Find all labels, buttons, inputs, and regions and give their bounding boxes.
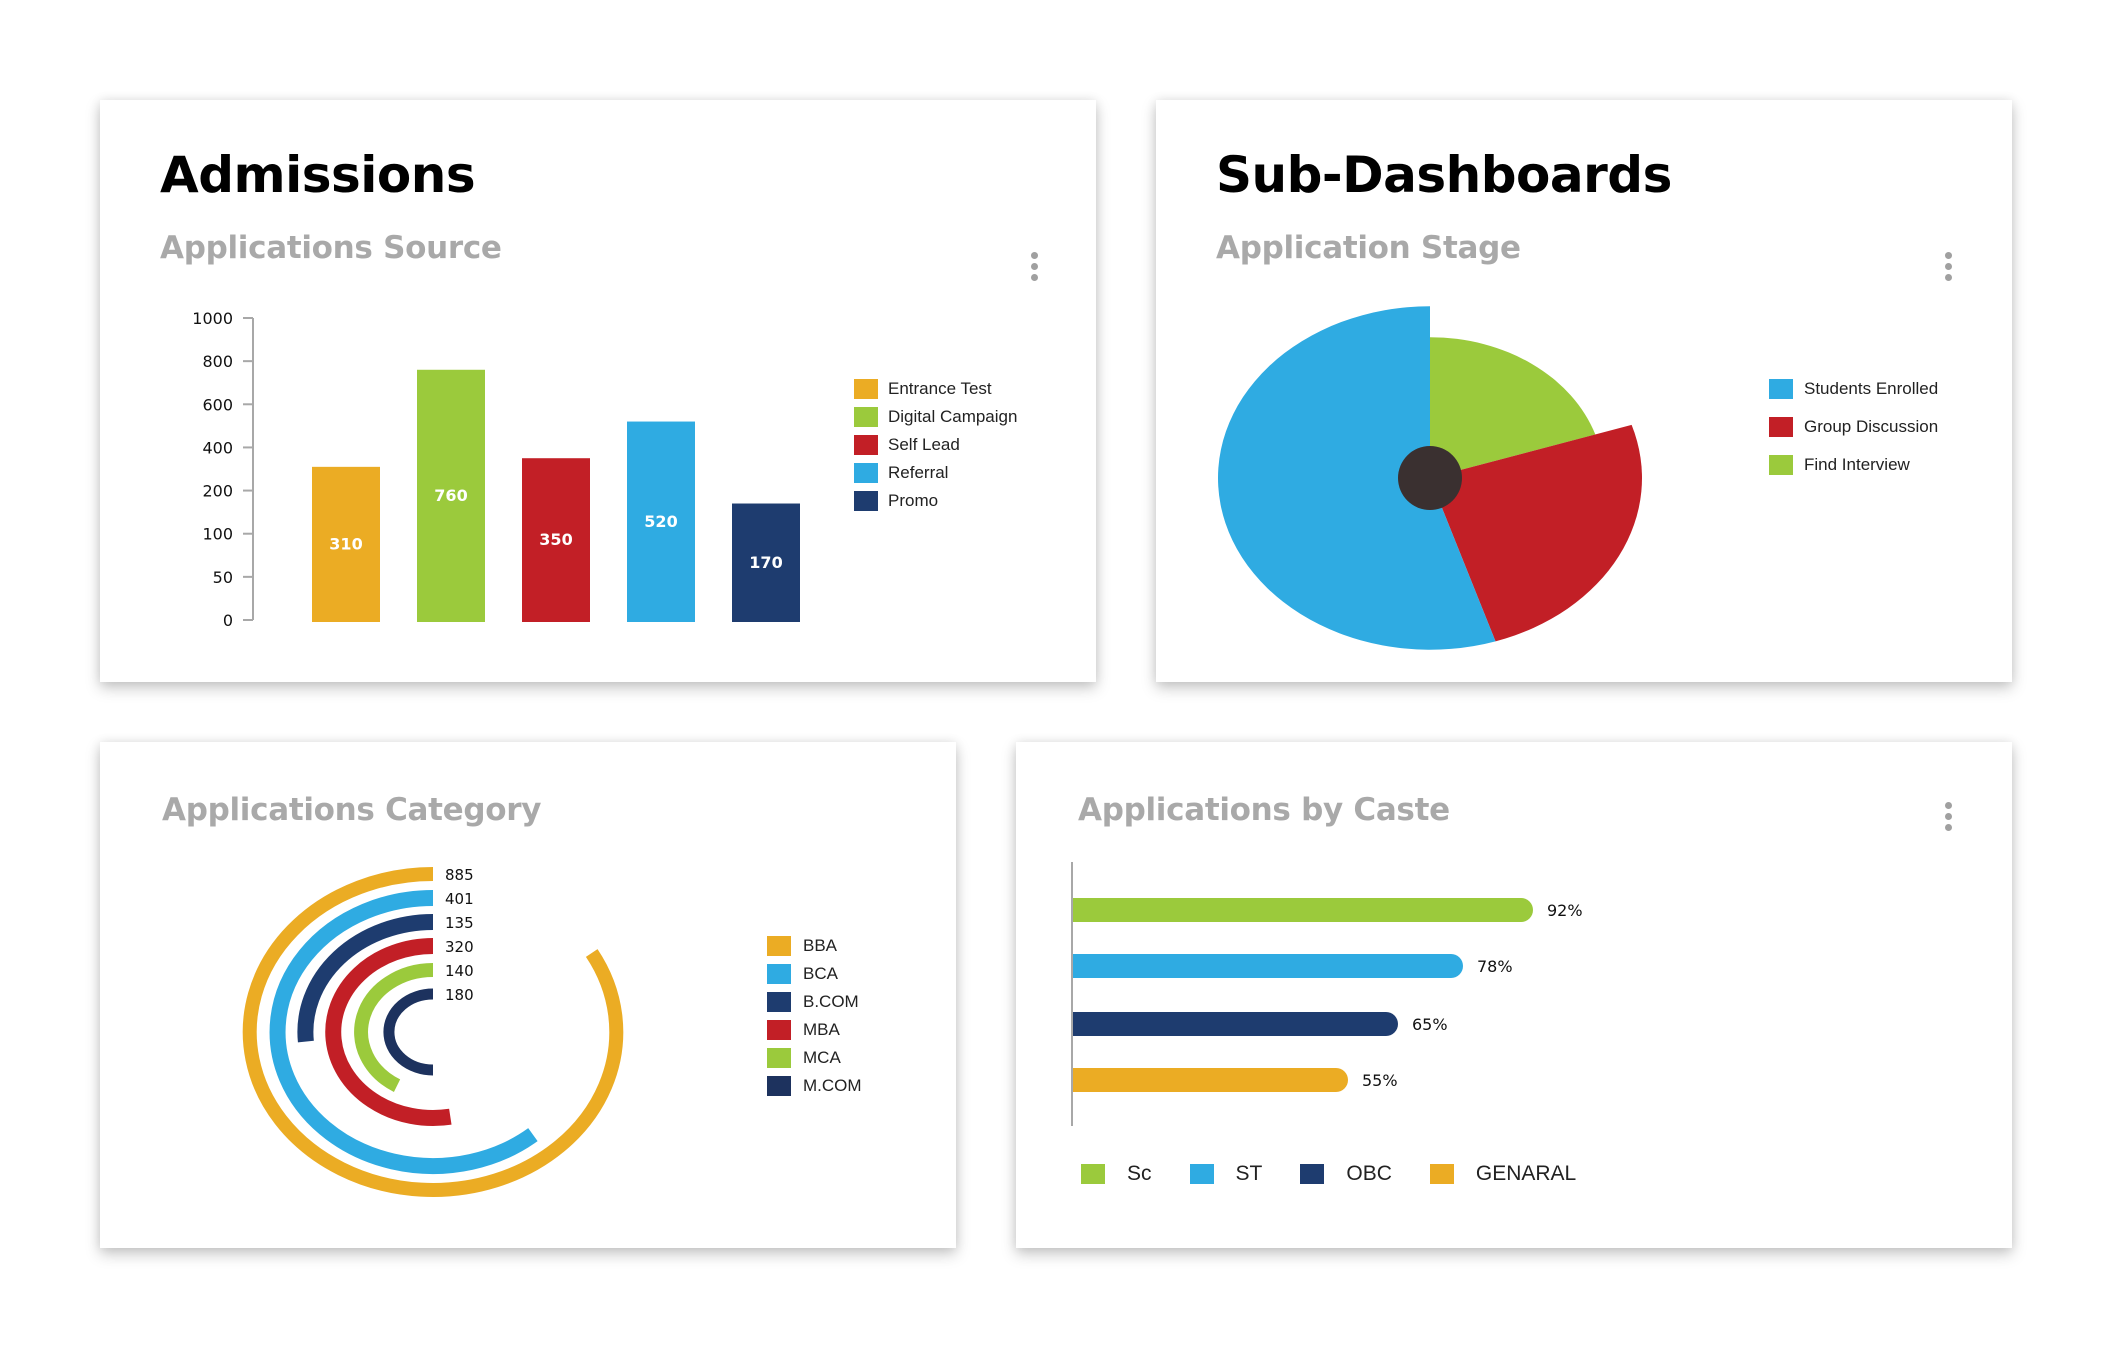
legend-swatch bbox=[1429, 1164, 1454, 1184]
legend-swatch bbox=[767, 1076, 791, 1096]
legend-item-genaral: GENARAL bbox=[1429, 1162, 1577, 1186]
legend-swatch bbox=[1769, 455, 1793, 475]
y-tick-label: 50 bbox=[213, 568, 233, 587]
legend-item-mcom: M.COM bbox=[767, 1072, 862, 1100]
legend-swatch bbox=[854, 379, 878, 399]
hbar-data-label: 55% bbox=[1362, 1071, 1398, 1090]
radial-value-label: 401 bbox=[445, 890, 474, 908]
radial-value-label: 140 bbox=[445, 962, 474, 980]
hbar-data-label: 65% bbox=[1412, 1015, 1448, 1034]
y-tick-label: 200 bbox=[202, 482, 233, 501]
legend-swatch bbox=[854, 463, 878, 483]
legend-label: Referral bbox=[888, 463, 949, 482]
legend-label: B.COM bbox=[803, 992, 859, 1011]
legend-label: Digital Campaign bbox=[888, 407, 1018, 426]
legend-swatch bbox=[767, 1048, 791, 1068]
legend-item-group-discussion: Group Discussion bbox=[1769, 408, 1938, 446]
legend-label: OBC bbox=[1346, 1162, 1392, 1185]
y-tick-label: 100 bbox=[202, 525, 233, 544]
applications-source-legend: Entrance Test Digital Campaign Self Lead Re… bbox=[854, 375, 1017, 515]
application-stage-legend: Students Enrolled Group Discussion Find In… bbox=[1769, 370, 1938, 484]
legend-swatch bbox=[854, 435, 878, 455]
legend-label: Find Interview bbox=[1804, 455, 1910, 474]
legend-label: M.COM bbox=[803, 1076, 862, 1095]
legend-label: Entrance Test bbox=[888, 379, 992, 398]
hbar-sc[interactable] bbox=[1073, 898, 1533, 922]
subdashboards-card: Sub-Dashboards Application Stage Student… bbox=[1156, 100, 2012, 682]
legend-item-self-lead: Self Lead bbox=[854, 431, 1017, 459]
legend-swatch bbox=[1081, 1164, 1105, 1184]
hbar-st[interactable] bbox=[1073, 954, 1463, 978]
legend-label: BCA bbox=[803, 964, 838, 983]
applications-by-caste-legend: Sc ST OBC GENARAL bbox=[1081, 1162, 1614, 1186]
radial-value-label: 320 bbox=[445, 938, 474, 956]
bar-data-label: 350 bbox=[539, 530, 572, 549]
legend-swatch bbox=[1769, 379, 1793, 399]
legend-label: Promo bbox=[888, 491, 939, 510]
legend-swatch bbox=[767, 1020, 791, 1040]
legend-swatch bbox=[767, 992, 791, 1012]
pie-center-hub bbox=[1398, 446, 1462, 510]
legend-swatch bbox=[767, 964, 791, 984]
bar-data-label: 760 bbox=[434, 486, 467, 505]
category-card: Applications Category 885 401 135 320 140 180… bbox=[100, 742, 956, 1248]
bar-data-label: 170 bbox=[749, 553, 782, 572]
legend-item-obc: OBC bbox=[1300, 1162, 1392, 1186]
legend-item-bcom: B.COM bbox=[767, 988, 862, 1016]
legend-label: GENARAL bbox=[1475, 1162, 1577, 1185]
hbar-data-label: 78% bbox=[1477, 957, 1513, 976]
y-tick-label: 1000 bbox=[192, 309, 233, 328]
legend-label: MBA bbox=[803, 1020, 840, 1039]
legend-item-bca: BCA bbox=[767, 960, 862, 988]
legend-item-mca: MCA bbox=[767, 1044, 862, 1072]
legend-label: MCA bbox=[803, 1048, 841, 1067]
legend-item-digital-campaign: Digital Campaign bbox=[854, 403, 1017, 431]
legend-swatch bbox=[1300, 1164, 1325, 1184]
legend-item-students-enrolled: Students Enrolled bbox=[1769, 370, 1938, 408]
legend-label: Students Enrolled bbox=[1804, 379, 1939, 398]
bar-data-label: 310 bbox=[329, 534, 362, 553]
legend-item-find-interview: Find Interview bbox=[1769, 446, 1938, 484]
legend-item-bba: BBA bbox=[767, 932, 862, 960]
radial-value-label: 135 bbox=[445, 914, 474, 932]
bar-data-label: 520 bbox=[644, 512, 677, 531]
legend-label: Group Discussion bbox=[1804, 417, 1939, 436]
applications-category-legend: BBA BCA B.COM MBA MCA M.COM bbox=[767, 932, 862, 1100]
hbar-obc[interactable] bbox=[1073, 1012, 1398, 1036]
legend-swatch bbox=[1189, 1164, 1214, 1184]
legend-item-promo: Promo bbox=[854, 487, 1017, 515]
y-tick-label: 0 bbox=[223, 611, 233, 630]
caste-card: Applications by Caste 92% 78% 65% 55% Sc ST O… bbox=[1016, 742, 2012, 1248]
legend-item-mba: MBA bbox=[767, 1016, 862, 1044]
legend-item-st: ST bbox=[1189, 1162, 1263, 1186]
legend-item-referral: Referral bbox=[854, 459, 1017, 487]
radial-value-label: 885 bbox=[445, 866, 474, 884]
legend-label: BBA bbox=[803, 936, 838, 955]
admissions-card: Admissions Applications Source 0 50 100 200… bbox=[100, 100, 1096, 682]
legend-swatch bbox=[1769, 417, 1793, 437]
hbar-data-label: 92% bbox=[1547, 901, 1583, 920]
y-tick-label: 600 bbox=[202, 395, 233, 414]
radial-arc-mcom[interactable] bbox=[383, 988, 434, 1076]
legend-label: Self Lead bbox=[888, 435, 960, 454]
legend-swatch bbox=[854, 407, 878, 427]
legend-swatch bbox=[767, 936, 791, 956]
legend-item-entrance-test: Entrance Test bbox=[854, 375, 1017, 403]
radial-value-label: 180 bbox=[445, 986, 474, 1004]
legend-swatch bbox=[854, 491, 878, 511]
y-tick-label: 400 bbox=[202, 438, 233, 457]
hbar-genaral[interactable] bbox=[1073, 1068, 1348, 1092]
legend-label: ST bbox=[1235, 1162, 1263, 1185]
y-tick-label: 800 bbox=[202, 352, 233, 371]
radial-arc-bca[interactable] bbox=[269, 890, 538, 1174]
legend-label: Sc bbox=[1127, 1162, 1152, 1185]
legend-item-sc: Sc bbox=[1081, 1162, 1152, 1186]
